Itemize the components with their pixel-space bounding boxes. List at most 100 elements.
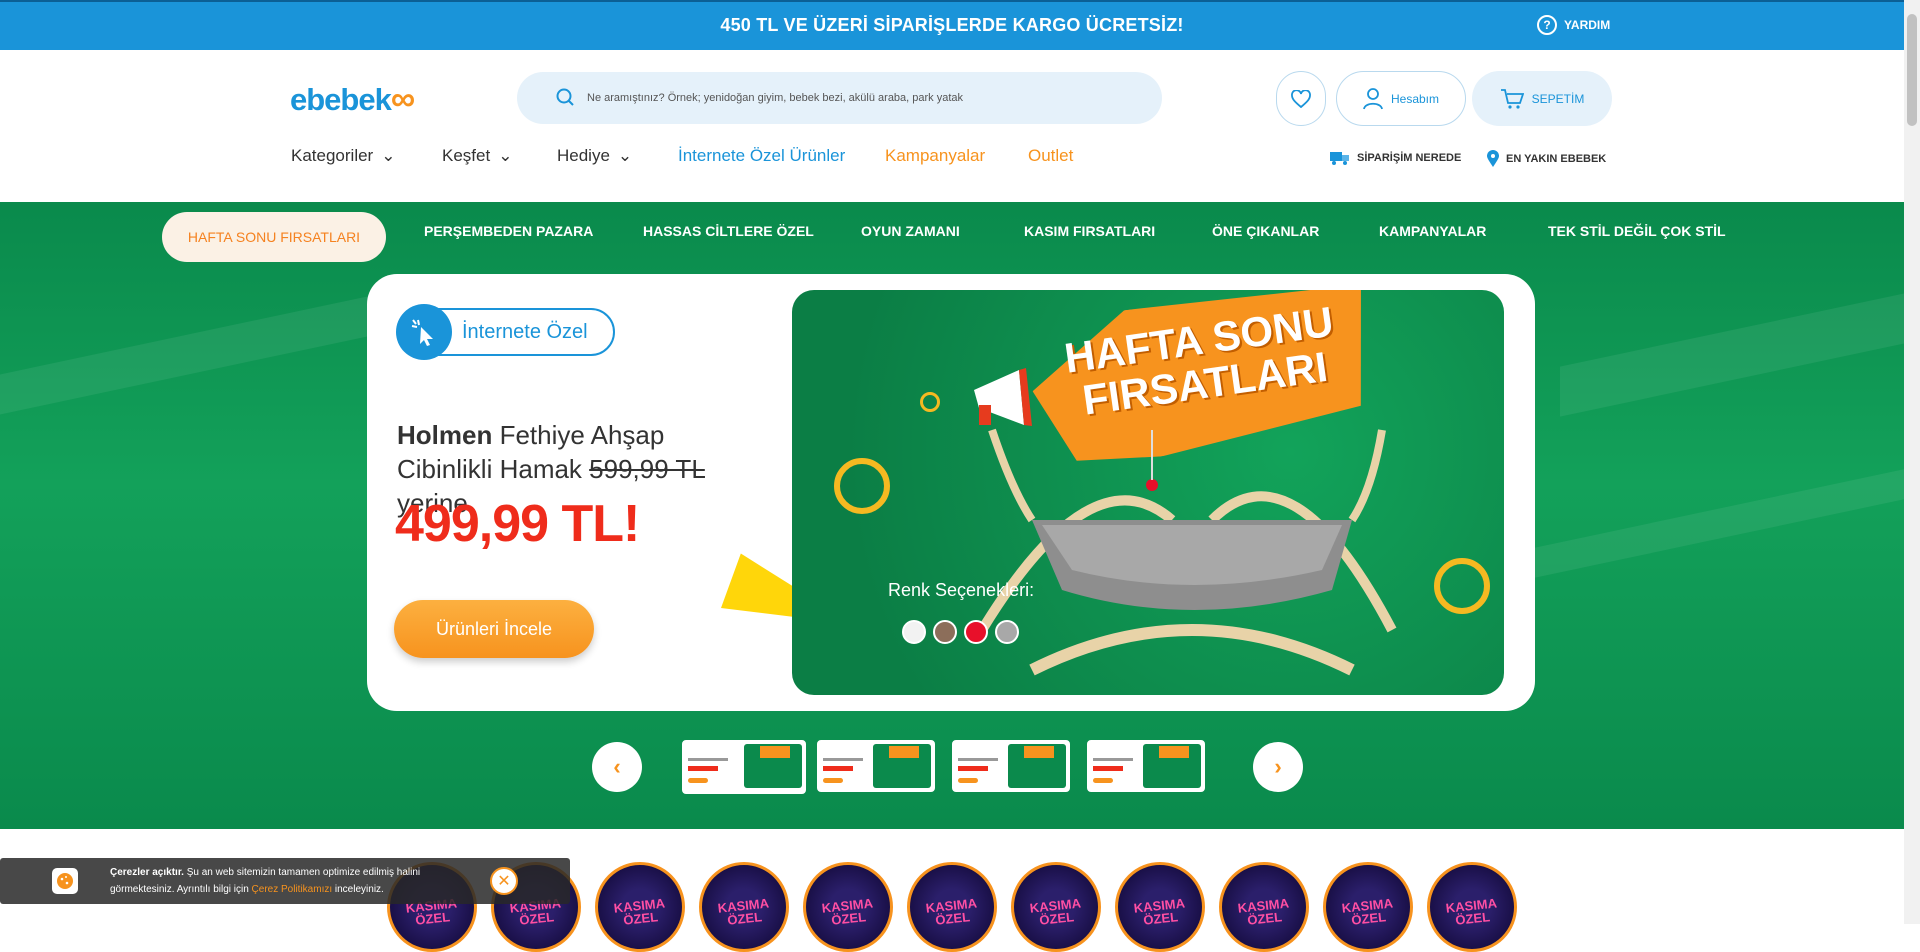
- tab-kasim-firsatlari[interactable]: KASIM FIRSATLARI: [1024, 223, 1155, 239]
- carousel-thumbnail-2[interactable]: [817, 740, 935, 792]
- nav-label: Hediye: [557, 146, 610, 165]
- cart-button[interactable]: SEPETİM: [1472, 71, 1612, 126]
- story-label: KASIMA ÖZEL: [925, 895, 978, 928]
- nav-outlet[interactable]: Outlet: [1028, 146, 1073, 166]
- chevron-right-icon: ›: [1274, 754, 1282, 779]
- tab-hassas-ciltlere[interactable]: HASSAS CİLTLERE ÖZEL: [643, 223, 814, 239]
- story-circle[interactable]: KASIMA ÖZEL: [699, 862, 789, 952]
- chevron-down-icon: ⌄: [498, 146, 513, 165]
- chevron-left-icon: ‹: [613, 754, 621, 779]
- tab-one-cikanlar[interactable]: ÖNE ÇIKANLAR: [1212, 223, 1319, 239]
- search-icon: [556, 88, 574, 106]
- hero-banner-card[interactable]: İnternete Özel Holmen Fethiye Ahşap Cibi…: [367, 274, 1535, 711]
- account-label: Hesabım: [1390, 91, 1440, 106]
- nav-label: Keşfet: [442, 146, 491, 165]
- story-label: KASIMA ÖZEL: [1237, 895, 1290, 928]
- story-circle[interactable]: KASIMA ÖZEL: [1011, 862, 1101, 952]
- cart-icon: [1500, 88, 1524, 109]
- logo-swirl-icon: ∞: [390, 80, 415, 118]
- sale-price: 499,99 TL!: [395, 495, 640, 553]
- tab-kampanyalar[interactable]: KAMPANYALAR: [1379, 223, 1486, 239]
- order-tracking-label: SİPARİŞİM NEREDE: [1357, 152, 1462, 164]
- category-tabs: HAFTA SONU FIRSATLARI PERŞEMBEDEN PAZARA…: [0, 212, 1904, 262]
- search-bar[interactable]: Ne aramıştınız? Örnek; yenidoğan giyim, …: [517, 72, 1162, 124]
- help-link[interactable]: ? YARDIM: [1537, 15, 1610, 35]
- ring-decoration: [1434, 558, 1490, 614]
- help-label: YARDIM: [1564, 18, 1611, 32]
- badge-label: İnternete Özel: [462, 320, 588, 343]
- story-label: KASIMA ÖZEL: [717, 895, 770, 928]
- cookie-title: Çerezler açıktır.: [110, 867, 184, 878]
- product-brand: Holmen: [397, 420, 493, 450]
- nav-kesfet[interactable]: Keşfet ⌄: [442, 146, 512, 166]
- bg-streak: [1500, 448, 1904, 586]
- nav-label: Kategoriler: [291, 146, 374, 165]
- carousel-prev-button[interactable]: ‹: [592, 742, 642, 792]
- tab-hafta-sonu[interactable]: HAFTA SONU FIRSATLARI: [162, 212, 386, 262]
- free-shipping-bar: 450 TL VE ÜZERİ SİPARİŞLERDE KARGO ÜCRET…: [0, 0, 1904, 50]
- cookie-icon: [52, 868, 78, 894]
- ring-decoration: [834, 458, 890, 514]
- story-circle[interactable]: KASIMA ÖZEL: [1427, 862, 1517, 952]
- tab-tek-stil[interactable]: TEK STİL DEĞİL ÇOK STİL: [1548, 223, 1726, 239]
- story-circle[interactable]: KASIMA ÖZEL: [1115, 862, 1205, 952]
- old-price: 599,99 TL: [589, 454, 705, 484]
- nav-label: İnternete Özel Ürünler: [678, 146, 846, 165]
- logo-text: ebebek: [290, 82, 392, 117]
- story-circle[interactable]: KASIMA ÖZEL: [907, 862, 997, 952]
- account-button[interactable]: Hesabım: [1336, 71, 1466, 126]
- close-icon[interactable]: ✕: [490, 867, 518, 895]
- tab-persembeden-pazara[interactable]: PERŞEMBEDEN PAZARA: [424, 223, 593, 239]
- story-label: KASIMA ÖZEL: [821, 895, 874, 928]
- view-products-button[interactable]: Ürünleri İncele: [394, 600, 594, 658]
- bg-streak: [1560, 277, 1904, 417]
- carousel-next-button[interactable]: ›: [1253, 742, 1303, 792]
- chevron-down-icon: ⌄: [617, 146, 633, 165]
- story-label: KASIMA ÖZEL: [1341, 895, 1394, 928]
- carousel-thumbnail-4[interactable]: [1087, 740, 1205, 792]
- nav-hediye[interactable]: Hediye ⌄: [557, 146, 632, 166]
- story-label: KASIMA ÖZEL: [1133, 895, 1186, 928]
- scrollbar-thumb[interactable]: [1907, 14, 1917, 126]
- nav-label: Outlet: [1028, 146, 1074, 165]
- online-exclusive-badge: İnternete Özel: [396, 304, 615, 360]
- story-label: KASIMA ÖZEL: [613, 895, 666, 928]
- carousel-thumbnail-3[interactable]: [952, 740, 1070, 792]
- story-circle[interactable]: KASIMA ÖZEL: [595, 862, 685, 952]
- cart-label: SEPETİM: [1531, 91, 1585, 106]
- story-circle[interactable]: KASIMA ÖZEL: [1219, 862, 1309, 952]
- color-options-label: Renk Seçenekleri:: [888, 580, 1035, 600]
- color-swatch-brown[interactable]: [933, 620, 957, 644]
- carousel-thumbnail-1[interactable]: [682, 740, 806, 794]
- product-banner-image: HAFTA SONU FIRSATLARI Renk Seçenekleri:: [792, 290, 1504, 695]
- shipping-promo-text: 450 TL VE ÜZERİ SİPARİŞLERDE KARGO ÜCRET…: [720, 15, 1184, 35]
- color-swatch-white[interactable]: [902, 620, 926, 644]
- cookie-policy-link[interactable]: Çerez Politikamızı: [252, 884, 333, 895]
- tab-oyun-zamani[interactable]: OYUN ZAMANI: [861, 223, 960, 239]
- nearest-store-link[interactable]: EN YAKIN EBEBEK: [1486, 150, 1606, 168]
- favorites-button[interactable]: [1276, 71, 1326, 126]
- order-tracking-link[interactable]: SİPARİŞİM NEREDE: [1329, 150, 1461, 166]
- site-logo[interactable]: ebebek∞: [290, 80, 415, 119]
- cookie-text: Çerezler açıktır. Şu an web sitemizin ta…: [110, 864, 470, 898]
- search-placeholder: Ne aramıştınız? Örnek; yenidoğan giyim, …: [587, 92, 964, 104]
- cookie-tail: inceleyiniz.: [332, 884, 384, 895]
- help-icon: ?: [1537, 15, 1557, 35]
- user-icon: [1363, 87, 1383, 109]
- story-label: KASIMA ÖZEL: [1029, 895, 1082, 928]
- color-swatch-red[interactable]: [964, 620, 988, 644]
- nav-internete-ozel[interactable]: İnternete Özel Ürünler: [678, 146, 845, 166]
- color-swatch-gray[interactable]: [995, 620, 1019, 644]
- page-scrollbar[interactable]: [1904, 0, 1920, 924]
- nav-kategoriler[interactable]: Kategoriler ⌄: [291, 146, 395, 166]
- hammock-illustration: [977, 428, 1397, 676]
- hero-section: HAFTA SONU FIRSATLARI PERŞEMBEDEN PAZARA…: [0, 202, 1904, 829]
- nav-kampanyalar[interactable]: Kampanyalar: [885, 146, 985, 166]
- cursor-click-icon: [396, 304, 452, 360]
- nav-label: Kampanyalar: [885, 146, 986, 165]
- story-circle[interactable]: KASIMA ÖZEL: [1323, 862, 1413, 952]
- heart-icon: [1291, 89, 1311, 108]
- story-circle[interactable]: KASIMA ÖZEL: [803, 862, 893, 952]
- truck-icon: [1330, 152, 1349, 165]
- chevron-down-icon: ⌄: [381, 146, 396, 165]
